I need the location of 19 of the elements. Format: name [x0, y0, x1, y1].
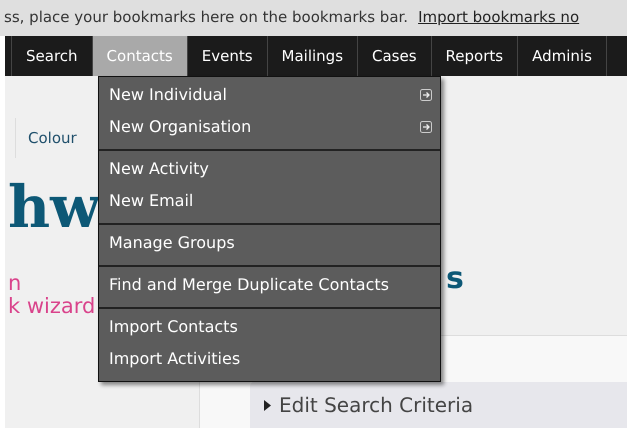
menu-item[interactable]: New Individual	[99, 79, 440, 111]
toolbar-label[interactable]: Colour	[28, 126, 77, 150]
menu-item[interactable]: New Activity	[99, 153, 440, 185]
submenu-arrow-icon	[420, 89, 432, 101]
menu-item[interactable]: Import Activities	[99, 343, 440, 375]
search-criteria-toggle[interactable]: Edit Search Criteria	[250, 382, 627, 428]
site-heading: hw	[8, 178, 100, 236]
menu-item[interactable]: New Email	[99, 185, 440, 217]
bookmarks-message: ss, place your bookmarks here on the bookmarks bar.	[4, 8, 408, 26]
page-heading: s	[446, 264, 464, 294]
menu-item[interactable]: New Organisation	[99, 111, 440, 143]
caret-icon	[264, 400, 271, 410]
menu-item[interactable]: Find and Merge Duplicate Contacts	[99, 269, 440, 301]
import-bookmarks-link[interactable]: Import bookmarks no	[418, 8, 580, 26]
submenu-arrow-icon	[420, 121, 432, 133]
sidebar-link[interactable]: k wizard	[8, 295, 96, 318]
menu-item[interactable]: Manage Groups	[99, 227, 440, 259]
menu-item[interactable]: Import Contacts	[99, 311, 440, 343]
sidebar-link[interactable]: n	[8, 272, 22, 296]
